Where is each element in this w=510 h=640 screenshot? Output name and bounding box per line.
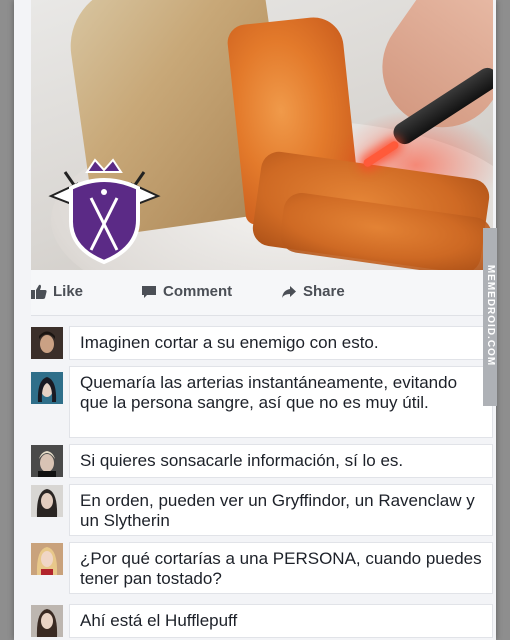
comment-item: Quemaría las arterias instantáneamente, … (31, 366, 493, 438)
comment-button[interactable]: Comment (141, 283, 232, 300)
crest-logo-icon (48, 158, 161, 265)
comment-bubble: Si quieres sonsacarle información, sí lo… (69, 444, 493, 478)
avatar-woman-blue-icon (31, 372, 63, 404)
avatar[interactable] (31, 485, 63, 517)
avatar[interactable] (31, 445, 63, 477)
thumbs-up-icon (31, 284, 47, 299)
share-button[interactable]: Share (281, 283, 345, 300)
comment-item: Ahí está el Hufflepuff (31, 604, 493, 638)
speech-bubble-icon (142, 285, 156, 298)
avatar-woman-long-hair-icon (31, 485, 63, 517)
avatar-man-blond-icon (31, 445, 63, 477)
avatar[interactable] (31, 372, 63, 404)
post-photo[interactable] (31, 0, 493, 270)
like-label: Like (53, 283, 84, 300)
facebook-post-card: Like Comment Share Imaginen cortar a su … (14, 0, 496, 640)
avatar[interactable] (31, 327, 63, 359)
comment-item: En orden, pueden ver un Gryffindor, un R… (31, 484, 493, 536)
comment-bubble: Ahí está el Hufflepuff (69, 604, 493, 638)
comment-item: ¿Por qué cortarías a una PERSONA, cuando… (31, 542, 493, 594)
comment-bubble: ¿Por qué cortarías a una PERSONA, cuando… (69, 542, 493, 594)
site-watermark-tab: MEMEDROID.COM (483, 228, 497, 406)
avatar-woman-dark-hair-icon (31, 605, 63, 637)
comment-bubble: Imaginen cortar a su enemigo con esto. (69, 326, 493, 360)
share-label: Share (303, 283, 345, 300)
comment-item: Imaginen cortar a su enemigo con esto. (31, 326, 493, 360)
like-button[interactable]: Like (31, 283, 83, 300)
comment-label: Comment (163, 283, 233, 300)
avatar[interactable] (31, 543, 63, 575)
post-action-bar: Like Comment Share (31, 270, 493, 316)
avatar-woman-blonde-icon (31, 543, 63, 575)
avatar-man-icon (31, 327, 63, 359)
comment-item: Si quieres sonsacarle información, sí lo… (31, 444, 493, 478)
avatar[interactable] (31, 605, 63, 637)
comment-bubble: Quemaría las arterias instantáneamente, … (69, 366, 493, 438)
comment-bubble: En orden, pueden ver un Gryffindor, un R… (69, 484, 493, 536)
share-arrow-icon (282, 285, 296, 298)
site-watermark-text: MEMEDROID.COM (485, 264, 496, 367)
